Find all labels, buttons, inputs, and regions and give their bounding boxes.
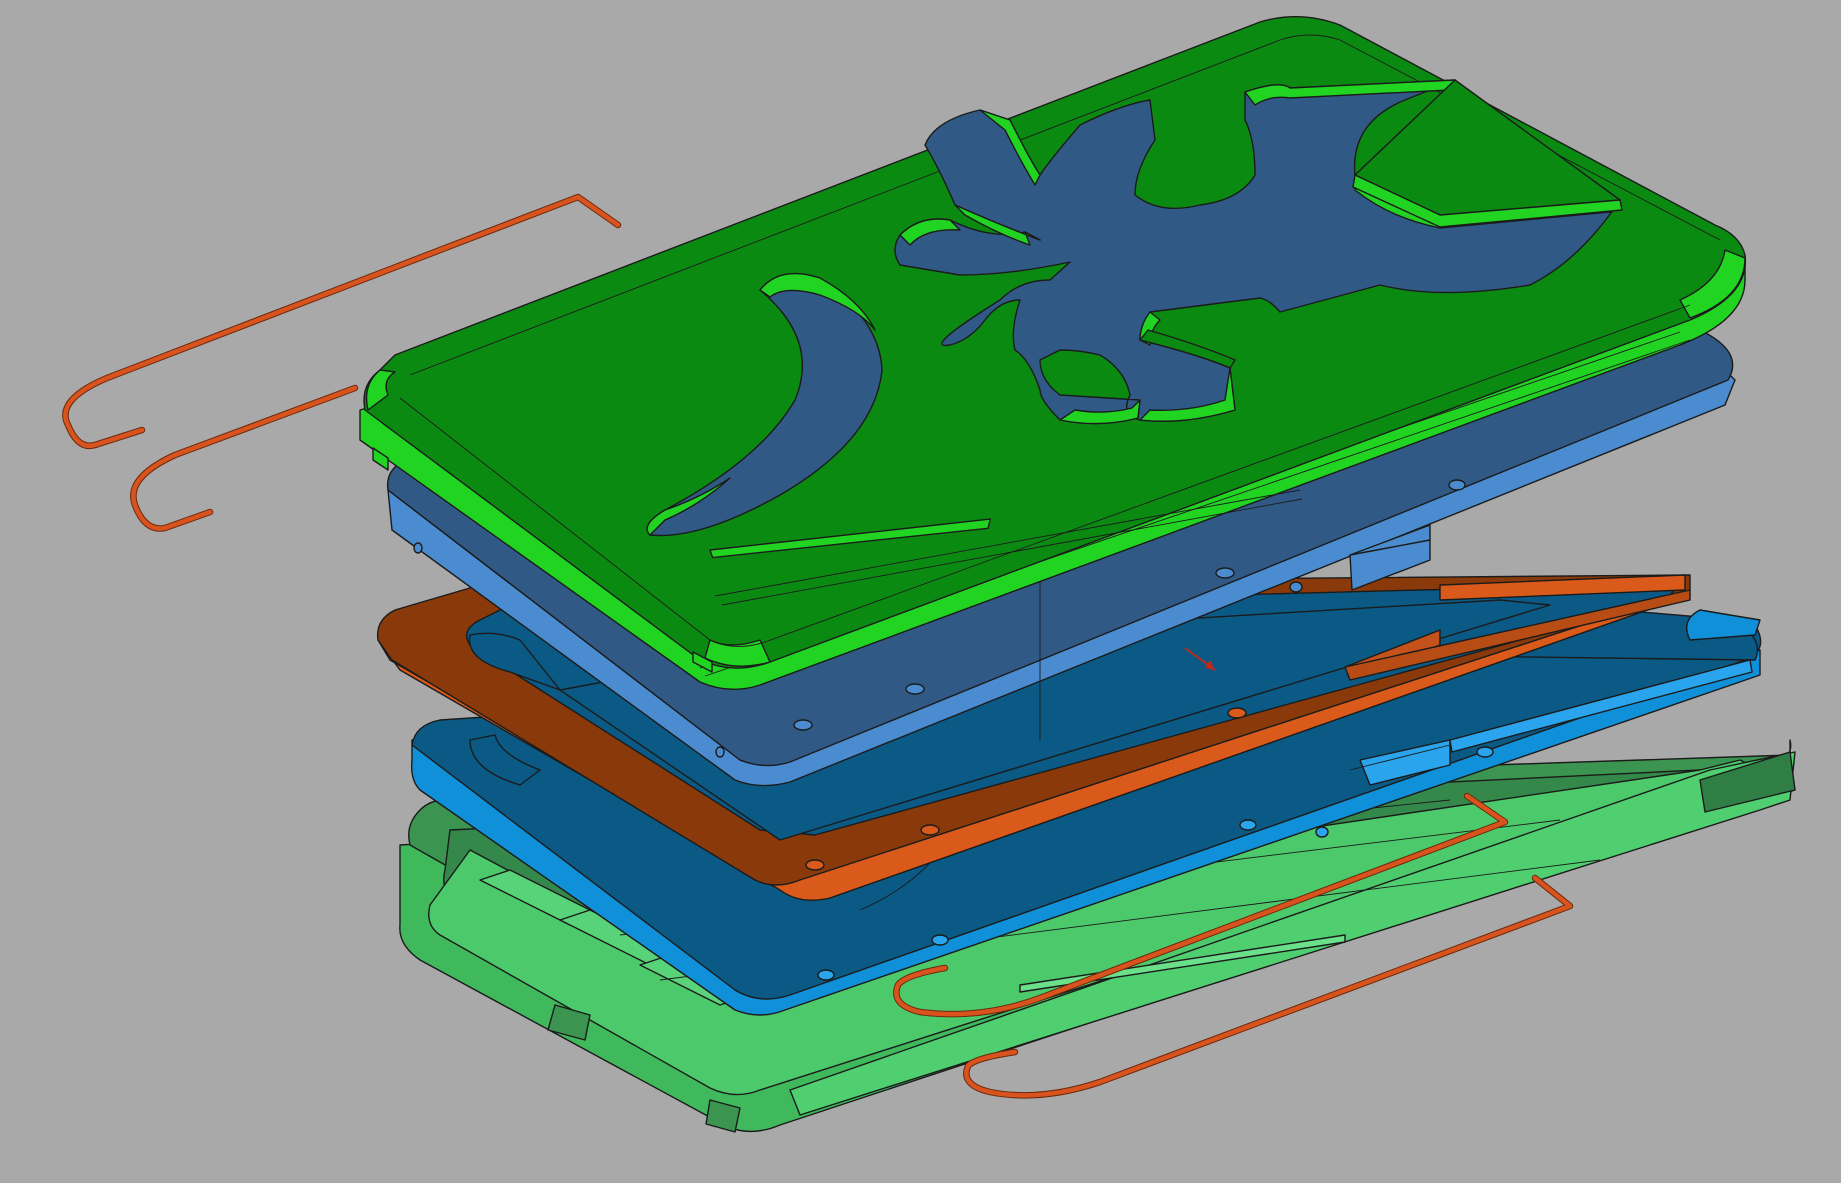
hook-wire-2[interactable] (130, 384, 359, 532)
3d-viewport[interactable] (0, 0, 1841, 1183)
exploded-assembly-view[interactable] (0, 0, 1841, 1183)
